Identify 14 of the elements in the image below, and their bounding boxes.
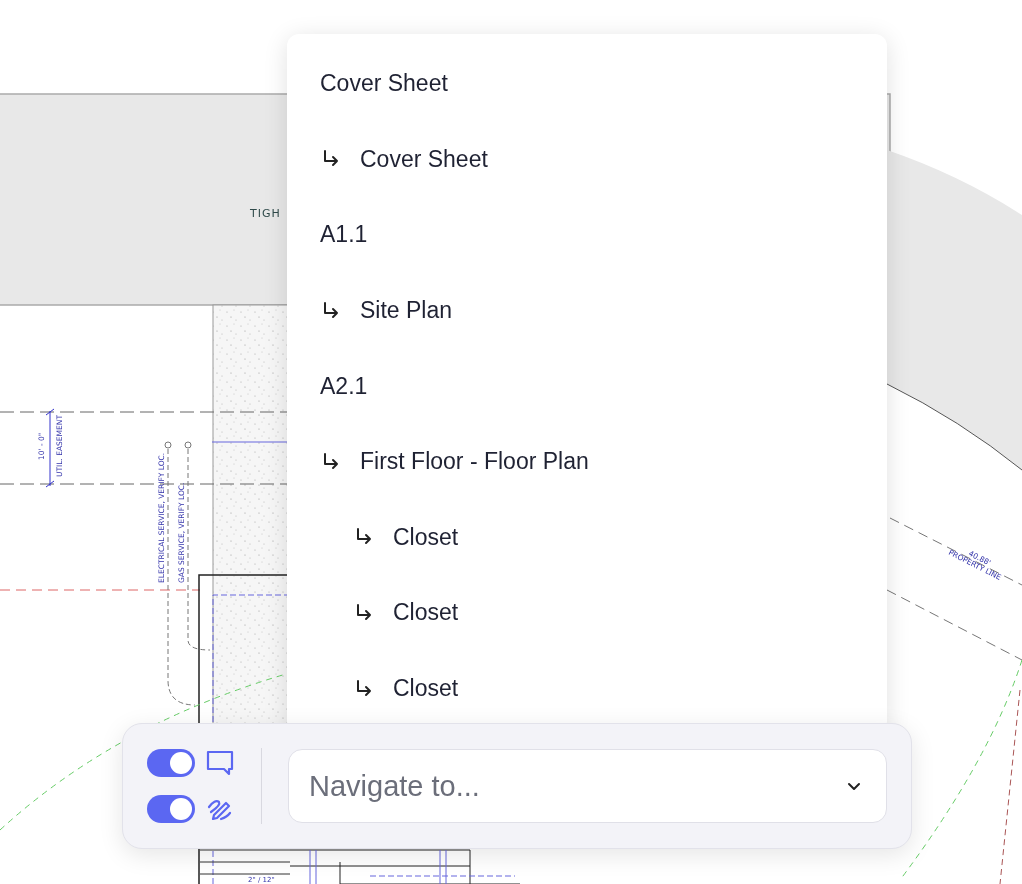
comment-icon[interactable] <box>205 749 235 777</box>
toggle-switch[interactable] <box>147 795 195 823</box>
menu-item[interactable]: Cover Sheet <box>287 46 887 122</box>
menu-item[interactable]: A1.1 <box>287 197 887 273</box>
menu-item[interactable]: Closet <box>287 650 887 727</box>
menu-item[interactable]: Cover Sheet <box>287 121 887 198</box>
toggle-switch[interactable] <box>147 749 195 777</box>
menu-item[interactable]: Closet <box>287 575 887 651</box>
menu-item[interactable]: First Floor - Floor Plan <box>287 423 887 500</box>
menu-item[interactable]: Closet <box>287 499 887 576</box>
menu-item[interactable]: A2.1 <box>287 348 887 424</box>
navigate-dropdown[interactable]: Navigate to... <box>288 749 887 823</box>
plan-title: TIGH <box>250 207 281 220</box>
menu-item[interactable]: Site Plan <box>287 272 887 349</box>
